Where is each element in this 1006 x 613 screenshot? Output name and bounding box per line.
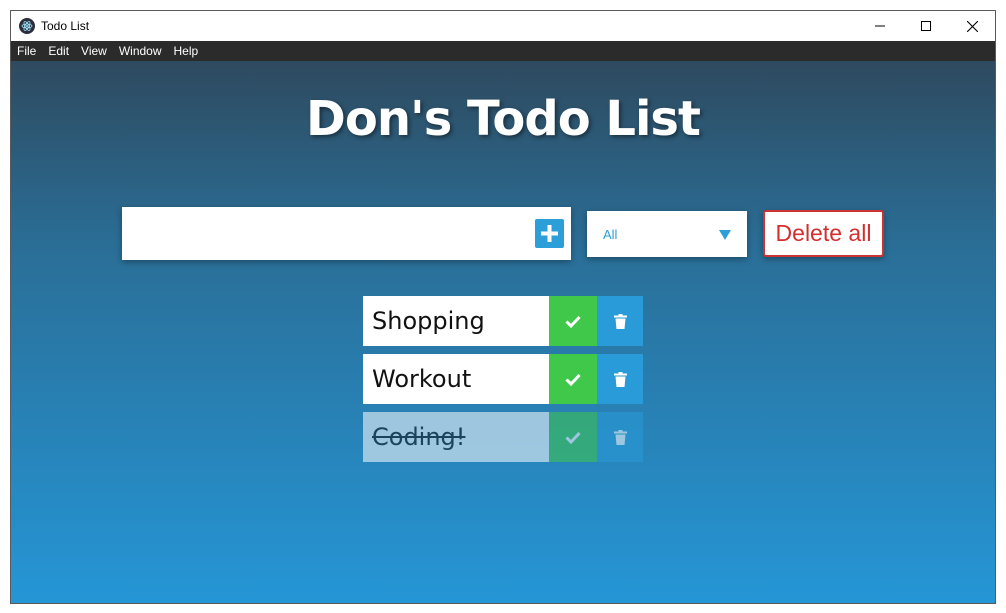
todo-input[interactable] <box>122 207 522 260</box>
delete-button[interactable] <box>597 296 643 346</box>
triangle-down-icon <box>719 230 731 240</box>
check-icon <box>565 373 581 386</box>
delete-button[interactable] <box>597 354 643 404</box>
delete-button[interactable] <box>597 412 643 462</box>
complete-button[interactable] <box>549 354 597 404</box>
window-title: Todo List <box>41 19 90 33</box>
check-icon <box>565 315 581 328</box>
todo-text: Workout <box>363 354 549 404</box>
minimize-icon <box>875 25 885 27</box>
trash-icon <box>613 371 627 387</box>
close-icon <box>966 20 978 32</box>
title-bar[interactable]: Todo List <box>11 11 995 41</box>
filter-selected-value: All <box>603 226 618 242</box>
complete-button[interactable] <box>549 296 597 346</box>
filter-select[interactable]: All <box>587 211 747 257</box>
complete-button[interactable] <box>549 412 597 462</box>
todo-item-completed: Coding! <box>363 412 643 462</box>
maximize-button[interactable] <box>903 11 949 41</box>
todo-item: Workout <box>363 354 643 404</box>
delete-all-button[interactable]: Delete all <box>763 210 884 257</box>
close-button[interactable] <box>949 11 995 41</box>
trash-icon <box>613 429 627 445</box>
app-window: Todo List File Edit View Window Help Don… <box>10 10 996 604</box>
add-todo-button[interactable] <box>535 219 564 248</box>
window-controls <box>857 11 995 41</box>
page-title: Don's Todo List <box>306 91 701 147</box>
menu-window[interactable]: Window <box>113 41 168 61</box>
todo-text: Coding! <box>363 412 549 462</box>
trash-icon <box>613 313 627 329</box>
menu-view[interactable]: View <box>75 41 113 61</box>
main-content: Don's Todo List All Delete all Shopping <box>11 61 995 603</box>
menu-file[interactable]: File <box>11 41 42 61</box>
todo-text: Shopping <box>363 296 549 346</box>
maximize-icon <box>921 21 931 31</box>
menu-help[interactable]: Help <box>168 41 205 61</box>
todo-input-container <box>122 207 571 260</box>
minimize-button[interactable] <box>857 11 903 41</box>
menu-edit[interactable]: Edit <box>42 41 75 61</box>
menu-bar: File Edit View Window Help <box>11 41 995 61</box>
plus-square-icon <box>541 225 558 242</box>
todo-item: Shopping <box>363 296 643 346</box>
app-icon <box>19 18 35 34</box>
check-icon <box>565 431 581 444</box>
